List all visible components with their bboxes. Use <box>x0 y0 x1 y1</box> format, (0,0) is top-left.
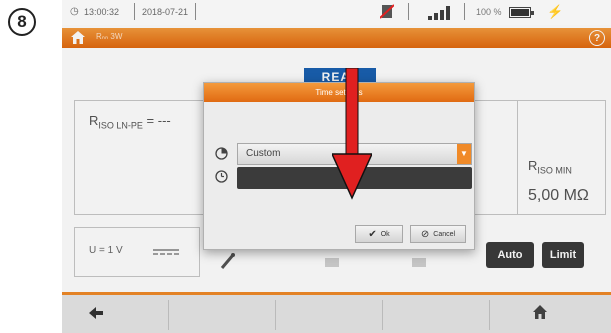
step-number-badge: 8 <box>8 8 36 36</box>
nav-divider <box>168 300 169 330</box>
battery-percent: 100 % <box>476 7 502 17</box>
status-bar: ◷ 13:00:32 2018-07-21 100 % ⚡ <box>62 0 611 25</box>
status-divider <box>134 3 135 20</box>
chevron-down-icon[interactable]: ▼ <box>457 144 471 164</box>
red-pointer-arrow <box>332 68 372 200</box>
bottom-nav-bar <box>62 295 611 333</box>
title-bar: Rₙₙ 3W ? <box>62 28 611 48</box>
checkmark-icon: ✔ <box>368 228 377 240</box>
status-time: 13:00:32 <box>84 7 120 17</box>
help-icon[interactable]: ? <box>589 30 605 46</box>
result-reading: RISO LN-PE = --- <box>89 113 171 131</box>
home-icon[interactable] <box>532 304 548 320</box>
ok-label: Ok <box>380 230 390 238</box>
battery-icon <box>509 7 534 18</box>
function-title: Rₙₙ 3W <box>96 32 123 41</box>
status-divider <box>464 3 465 20</box>
parameters-strip <box>207 248 482 278</box>
parameter-indicator <box>325 258 339 267</box>
nav-divider <box>382 300 383 330</box>
cancel-label: Cancel <box>433 230 456 238</box>
time-mode-value: Custom <box>246 148 281 159</box>
signal-bars-icon <box>428 4 454 20</box>
probe-icon <box>220 253 235 269</box>
cancel-icon: ⊘ <box>420 228 430 240</box>
status-divider <box>408 3 409 20</box>
ok-button[interactable]: ✔ Ok <box>355 225 403 243</box>
voltage-label: U = 1 V <box>89 245 123 256</box>
limit-button[interactable]: Limit <box>542 242 584 268</box>
status-divider <box>195 3 196 20</box>
no-signal-icon <box>380 4 394 19</box>
back-arrow-icon[interactable] <box>89 307 103 319</box>
nav-divider <box>275 300 276 330</box>
clock-icon <box>215 170 228 183</box>
meter-screen: ◷ 13:00:32 2018-07-21 100 % ⚡ Rₙₙ 3W ? R… <box>62 0 611 333</box>
limit-min-value: 5,00 MΩ <box>528 187 589 204</box>
pie-chart-icon <box>215 147 228 160</box>
status-date: 2018-07-21 <box>142 7 189 17</box>
home-icon[interactable] <box>70 30 86 45</box>
dc-symbol-icon <box>153 249 179 255</box>
limit-min-label: RISO MIN <box>528 158 572 176</box>
nav-divider <box>489 300 490 330</box>
cancel-button[interactable]: ⊘ Cancel <box>410 225 466 243</box>
voltage-panel[interactable]: U = 1 V <box>74 227 200 277</box>
plug-icon: ⚡ <box>547 4 564 19</box>
parameter-indicator <box>412 258 426 267</box>
clock-icon: ◷ <box>70 6 79 17</box>
auto-button[interactable]: Auto <box>486 242 534 268</box>
